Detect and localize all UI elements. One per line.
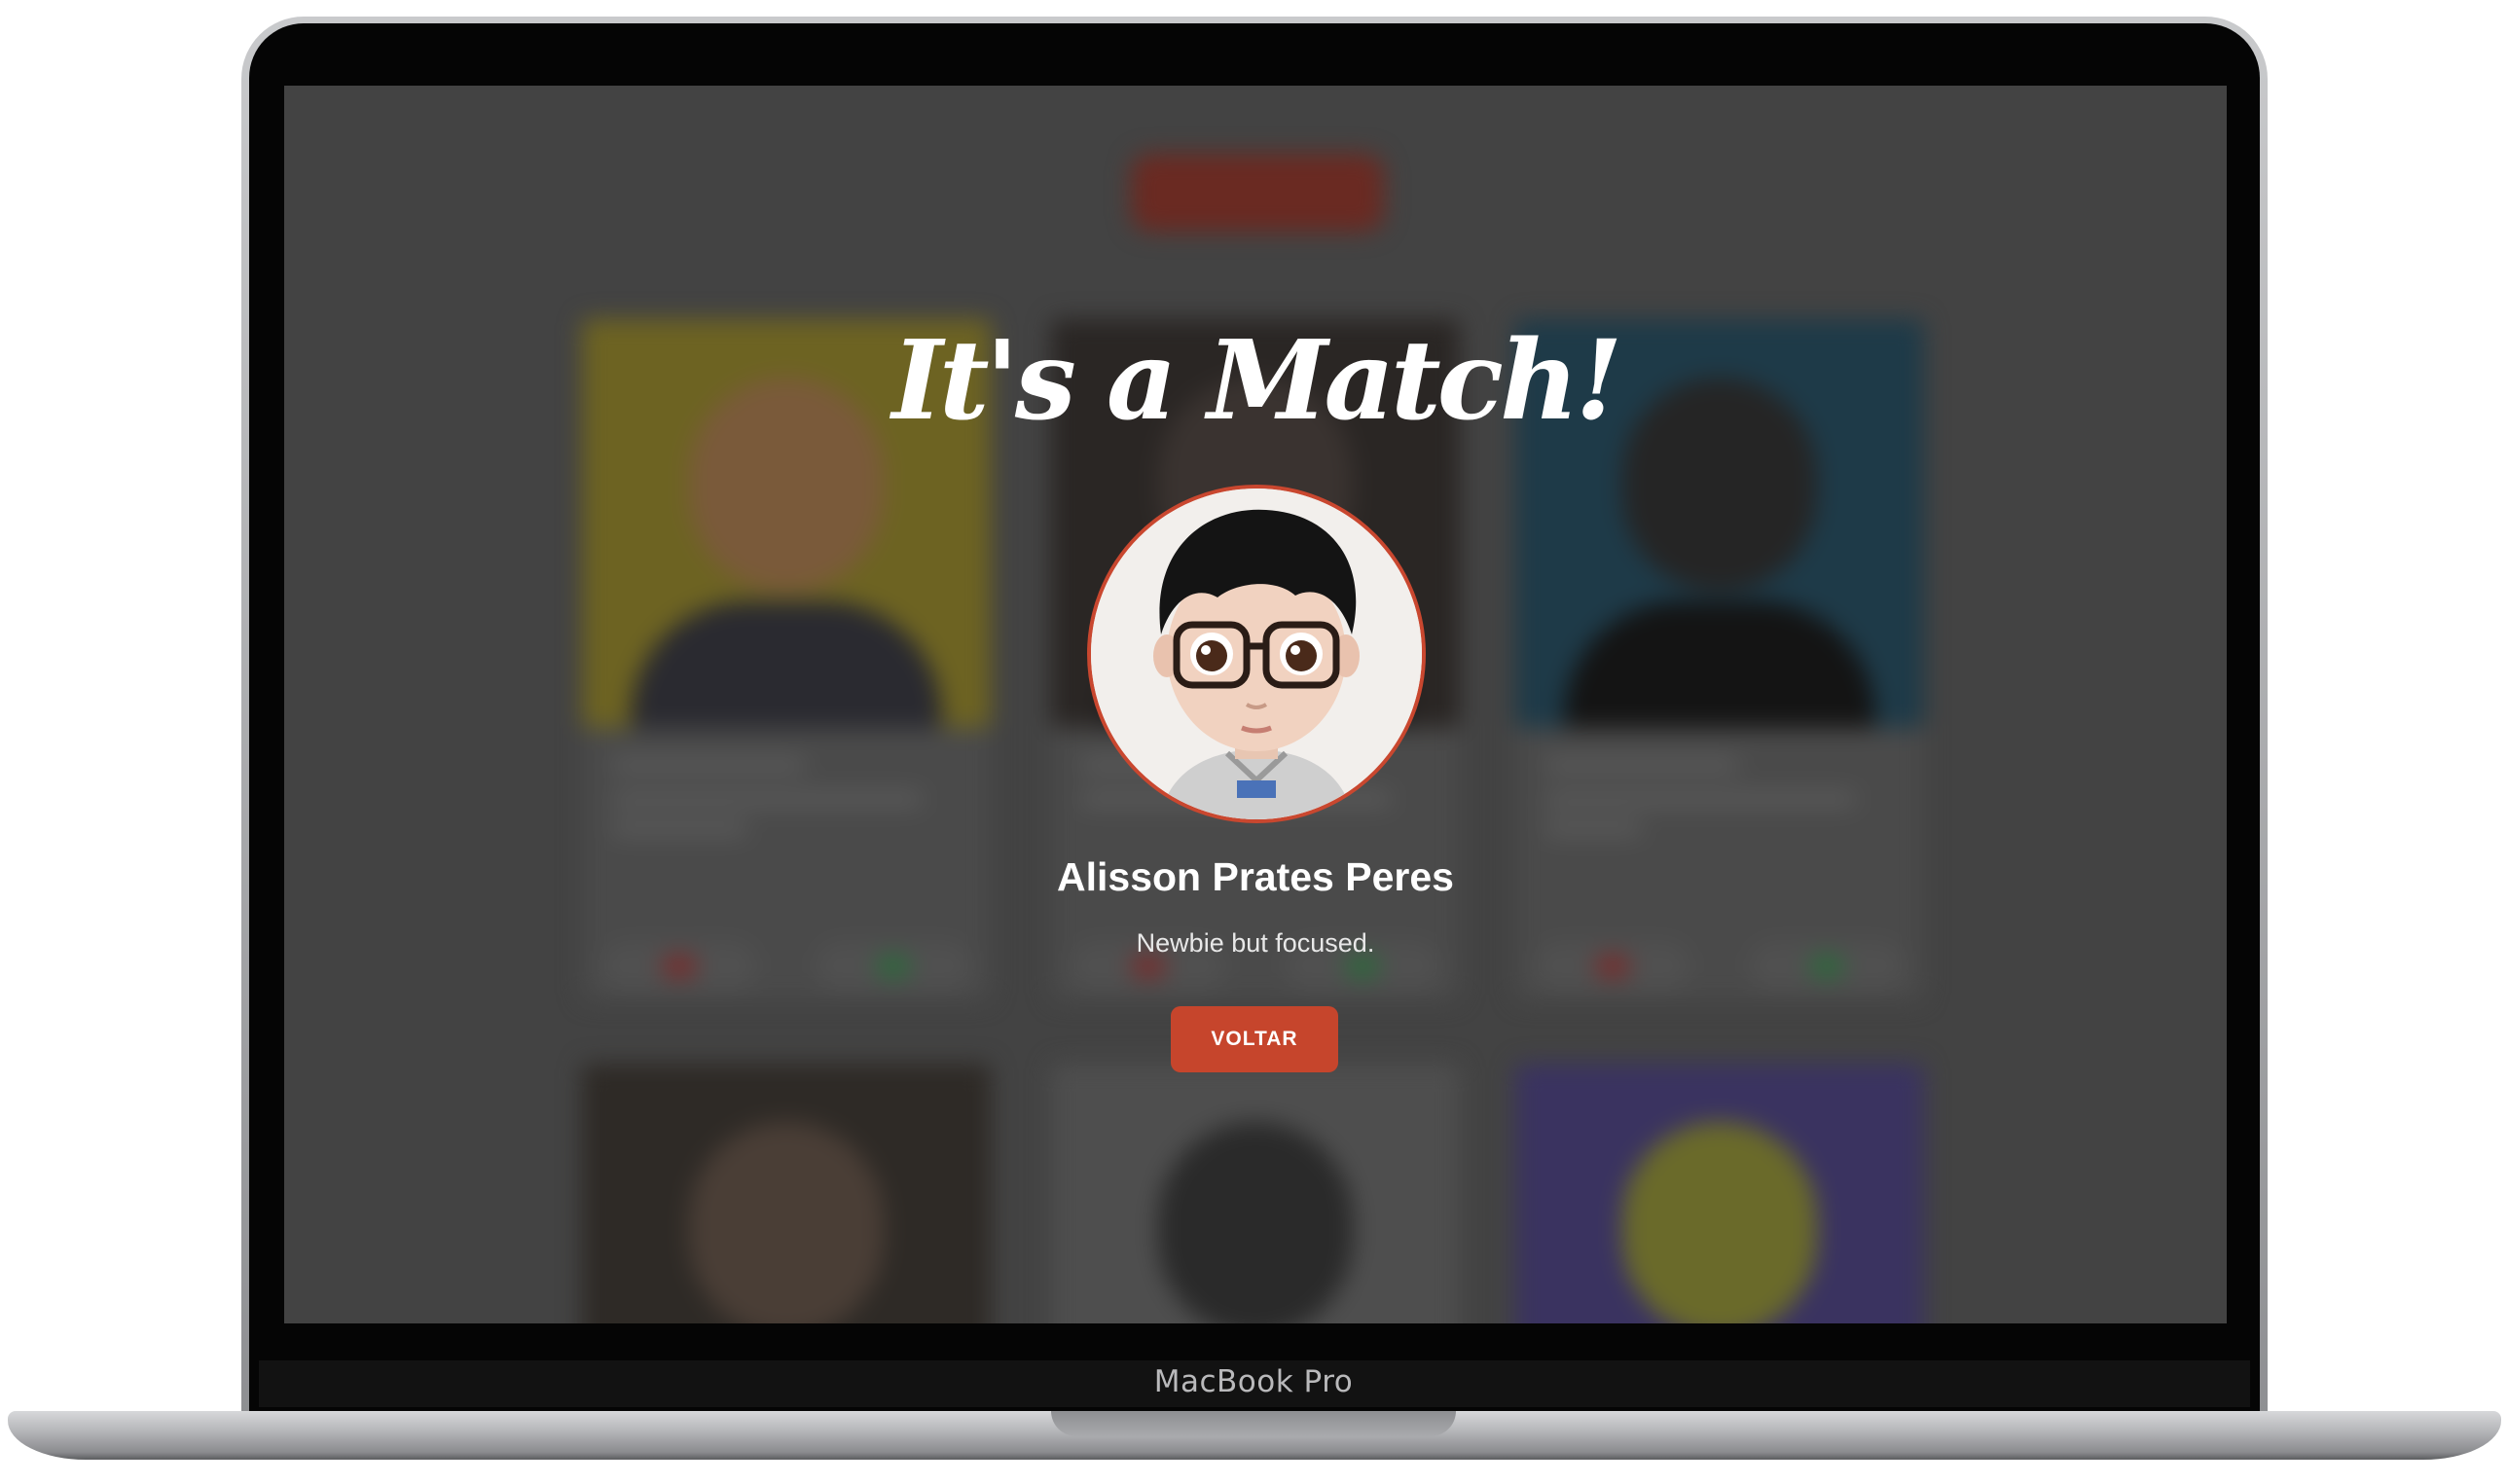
match-modal: It's a Match! Alisson Prates Peres Newbi… [284, 86, 2227, 1323]
avatar-illustration [1091, 489, 1422, 819]
match-avatar [1087, 485, 1426, 823]
laptop-notch [1051, 1411, 1456, 1436]
match-bio: Newbie but focused. [1136, 928, 1375, 958]
match-name: Alisson Prates Peres [1057, 854, 1454, 899]
device-label: MacBook Pro [1153, 1364, 1354, 1399]
back-button[interactable]: VOLTAR [1171, 1006, 1338, 1072]
screen: It's a Match! Alisson Prates Peres Newbi… [284, 86, 2227, 1323]
match-title: It's a Match! [891, 317, 1622, 445]
